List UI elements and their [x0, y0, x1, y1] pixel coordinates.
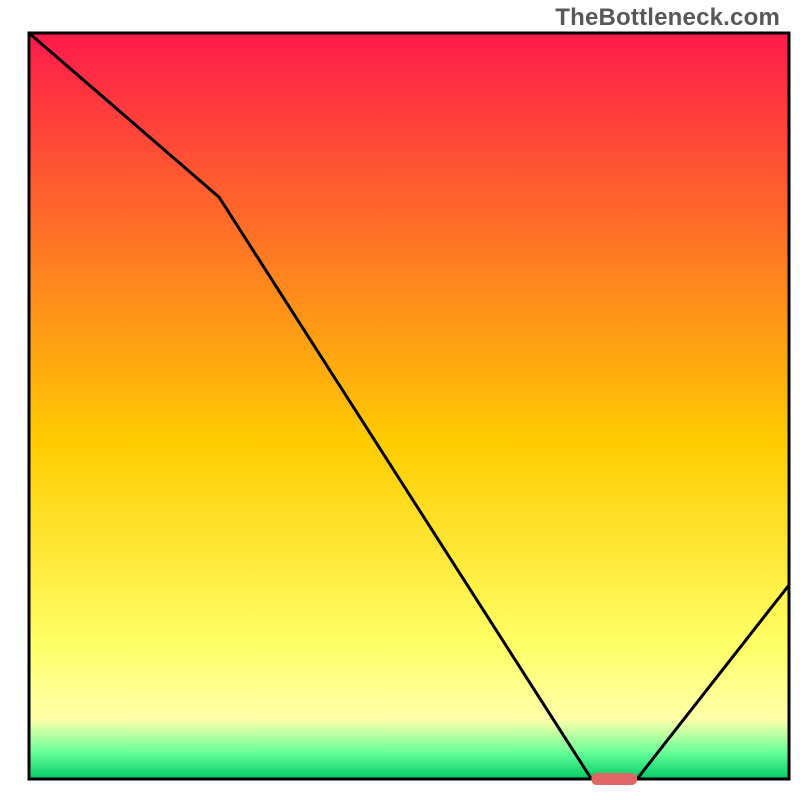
chart-container: TheBottleneck.com	[0, 0, 800, 800]
plot-gradient-background	[29, 33, 789, 779]
optimal-zone-marker	[591, 773, 637, 785]
bottleneck-plot	[0, 0, 800, 800]
